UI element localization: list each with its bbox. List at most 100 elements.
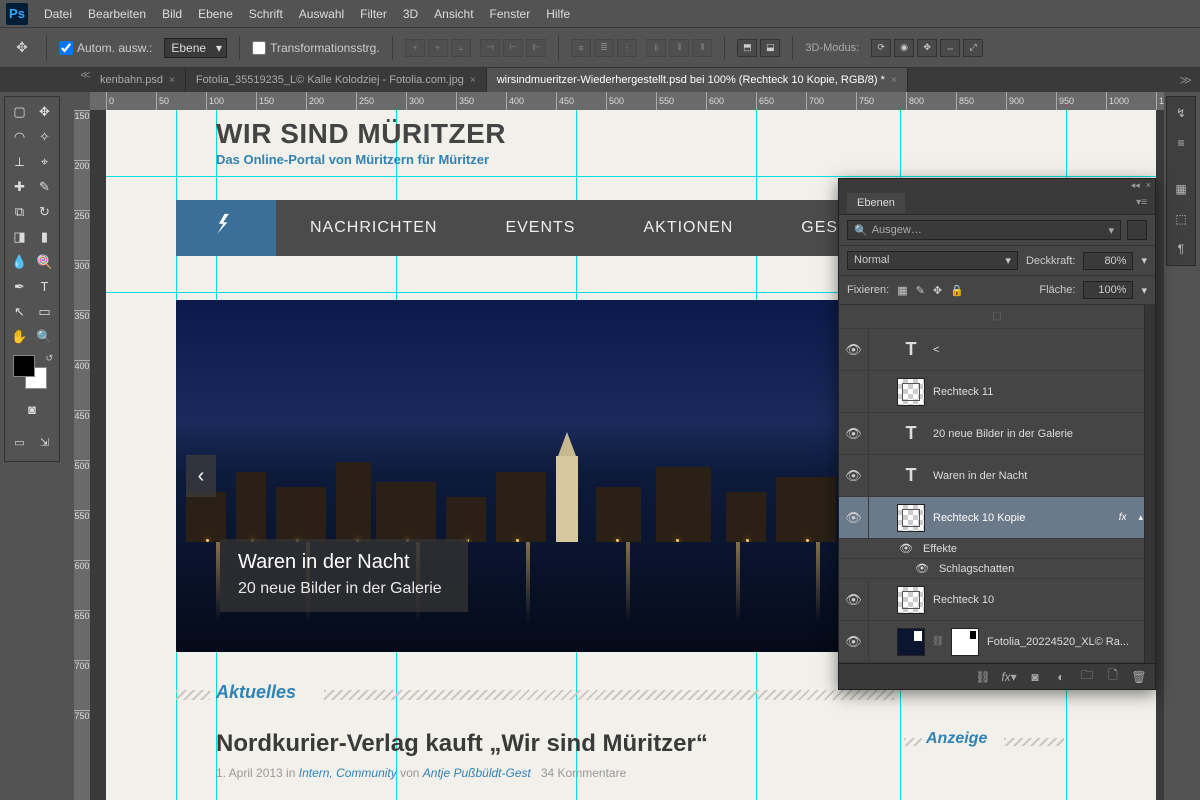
- distribute-1-icon[interactable]: ≡: [571, 39, 591, 57]
- crop-tool-icon[interactable]: ⟂: [7, 149, 32, 174]
- guide[interactable]: [106, 176, 1156, 177]
- lock-all-icon[interactable]: 🔒: [950, 284, 964, 297]
- close-icon[interactable]: ×: [891, 75, 897, 86]
- visibility-icon[interactable]: [839, 371, 869, 412]
- 3d-scale-icon[interactable]: ⤢: [963, 39, 983, 57]
- distribute-5-icon[interactable]: ⦀: [669, 39, 689, 57]
- close-icon[interactable]: ×: [169, 75, 175, 86]
- visibility-icon[interactable]: 👁: [915, 562, 929, 575]
- layers-panel[interactable]: ◂◂ × Ebenen ▾≡ 🔍 Ausgew… ▾ Normal▾ Deckk…: [838, 178, 1156, 690]
- foreground-color[interactable]: [13, 355, 35, 377]
- auto-select-input[interactable]: [59, 41, 73, 55]
- 3d-slide-icon[interactable]: ⇔: [940, 39, 960, 57]
- menu-edit[interactable]: Bearbeiten: [88, 7, 146, 21]
- dodge-tool-icon[interactable]: 🍭: [32, 249, 57, 274]
- adjustment-layer-icon[interactable]: ◐: [1053, 669, 1069, 685]
- history-panel-icon[interactable]: ↯: [1171, 103, 1191, 123]
- stamp-tool-icon[interactable]: ⧉: [7, 199, 32, 224]
- menu-filter[interactable]: Filter: [360, 7, 387, 21]
- quickmask-icon[interactable]: ◙: [20, 397, 45, 422]
- doctab-1[interactable]: kenbahn.psd ×: [90, 68, 186, 92]
- hand-tool-icon[interactable]: ✋: [7, 324, 32, 349]
- arrange-2-icon[interactable]: ⬓: [760, 39, 780, 57]
- menu-select[interactable]: Auswahl: [299, 7, 344, 21]
- lock-position-icon[interactable]: ✥: [933, 284, 942, 297]
- layer-row-selected[interactable]: 👁 Rechteck 10 Kopie fx ▴: [839, 497, 1155, 539]
- 3d-orbit-icon[interactable]: ⟳: [871, 39, 891, 57]
- screenmode-arrow-icon[interactable]: ⇲: [32, 430, 57, 455]
- menu-image[interactable]: Bild: [162, 7, 182, 21]
- eraser-tool-icon[interactable]: ◨: [7, 224, 32, 249]
- align-left-icon[interactable]: ⊣: [480, 39, 500, 57]
- color-swatches[interactable]: ↺: [7, 353, 57, 393]
- brush-tool-icon[interactable]: ✎: [32, 174, 57, 199]
- layers-tab[interactable]: Ebenen: [847, 193, 905, 213]
- visibility-icon[interactable]: 👁: [839, 579, 869, 620]
- new-layer-icon[interactable]: 🗋: [1105, 669, 1121, 685]
- auto-select-checkbox[interactable]: Autom. ausw.:: [59, 41, 152, 55]
- effect-sub-row[interactable]: 👁 Effekte: [839, 539, 1155, 559]
- doctab-2[interactable]: Fotolia_35519235_L© Kalle Kolodziej - Fo…: [186, 68, 487, 92]
- adjustments-panel-icon[interactable]: ≡: [1171, 133, 1191, 153]
- 3d-roll-icon[interactable]: ◉: [894, 39, 914, 57]
- tab-scroll-left-icon[interactable]: ≪: [80, 70, 90, 81]
- fx-collapse-icon[interactable]: ▴: [1138, 512, 1143, 523]
- menu-type[interactable]: Schrift: [249, 7, 283, 21]
- ruler-horizontal[interactable]: 0501001502002503003504004505005506006507…: [90, 92, 1164, 110]
- transform-controls-input[interactable]: [252, 41, 266, 55]
- layer-filter-search[interactable]: 🔍 Ausgew… ▾: [847, 220, 1121, 240]
- opacity-dropdown-icon[interactable]: ▾: [1141, 254, 1147, 267]
- lock-transparency-icon[interactable]: ▦: [897, 284, 907, 297]
- visibility-icon[interactable]: 👁: [839, 455, 869, 496]
- menu-window[interactable]: Fenster: [490, 7, 531, 21]
- align-top-icon[interactable]: ⫞: [405, 39, 425, 57]
- menu-view[interactable]: Ansicht: [434, 7, 473, 21]
- visibility-icon[interactable]: 👁: [839, 497, 869, 538]
- visibility-icon[interactable]: 👁: [839, 329, 869, 370]
- screenmode-icon[interactable]: ▭: [7, 430, 32, 455]
- arrange-1-icon[interactable]: ⬒: [737, 39, 757, 57]
- menu-help[interactable]: Hilfe: [546, 7, 570, 21]
- distribute-4-icon[interactable]: ‖: [646, 39, 666, 57]
- menu-layer[interactable]: Ebene: [198, 7, 233, 21]
- transform-controls-checkbox[interactable]: Transformationsstrg.: [252, 41, 380, 55]
- filter-toggle[interactable]: [1127, 220, 1147, 240]
- shape-tool-icon[interactable]: ▭: [32, 299, 57, 324]
- swatches-panel-icon[interactable]: ▦: [1171, 179, 1191, 199]
- heal-tool-icon[interactable]: ✚: [7, 174, 32, 199]
- 3d-pan-icon[interactable]: ✥: [917, 39, 937, 57]
- swap-colors-icon[interactable]: ↺: [45, 353, 53, 364]
- styles-panel-icon[interactable]: ⬚: [1171, 209, 1191, 229]
- link-mask-icon[interactable]: ⛓: [933, 628, 943, 656]
- layer-row[interactable]: 👁 T 20 neue Bilder in der Galerie: [839, 413, 1155, 455]
- fill-dropdown-icon[interactable]: ▾: [1141, 284, 1147, 297]
- character-panel-icon[interactable]: ¶: [1171, 239, 1191, 259]
- doctab-3[interactable]: wirsindmueritzer-Wiederhergestellt.psd b…: [487, 68, 908, 92]
- auto-select-target[interactable]: Ebene: [164, 38, 227, 58]
- layer-row[interactable]: 👁 T Waren in der Nacht: [839, 455, 1155, 497]
- visibility-icon[interactable]: 👁: [899, 542, 913, 555]
- blend-mode-select[interactable]: Normal▾: [847, 251, 1018, 270]
- magic-wand-tool-icon[interactable]: ✧: [32, 124, 57, 149]
- distribute-2-icon[interactable]: ≣: [594, 39, 614, 57]
- lock-pixels-icon[interactable]: ✎: [916, 284, 925, 297]
- zoom-tool-icon[interactable]: 🔍: [32, 324, 57, 349]
- layer-row[interactable]: 👁 ⛓ Fotolia_20224520_XL© Ra...: [839, 621, 1155, 663]
- effect-sub-row[interactable]: 👁 Schlagschatten: [839, 559, 1155, 579]
- close-icon[interactable]: ×: [470, 75, 476, 86]
- layer-row[interactable]: 👁 T <: [839, 329, 1155, 371]
- align-vcenter-icon[interactable]: ⫟: [428, 39, 448, 57]
- fx-badge[interactable]: fx: [1119, 512, 1127, 523]
- opacity-input[interactable]: 80%: [1083, 252, 1133, 270]
- layer-style-icon[interactable]: fx▾: [1001, 669, 1017, 685]
- align-right-icon[interactable]: ⊩: [526, 39, 546, 57]
- ruler-vertical[interactable]: 150200250300350400450500550600650700750: [74, 110, 90, 800]
- link-layers-icon[interactable]: ⛓: [975, 669, 991, 685]
- menu-3d[interactable]: 3D: [403, 7, 418, 21]
- distribute-6-icon[interactable]: ⫴: [692, 39, 712, 57]
- lasso-tool-icon[interactable]: ◠: [7, 124, 32, 149]
- visibility-icon[interactable]: 👁: [839, 413, 869, 454]
- collapse-icon[interactable]: ◂◂: [1131, 180, 1140, 191]
- distribute-3-icon[interactable]: ⋮: [617, 39, 637, 57]
- history-brush-tool-icon[interactable]: ↻: [32, 199, 57, 224]
